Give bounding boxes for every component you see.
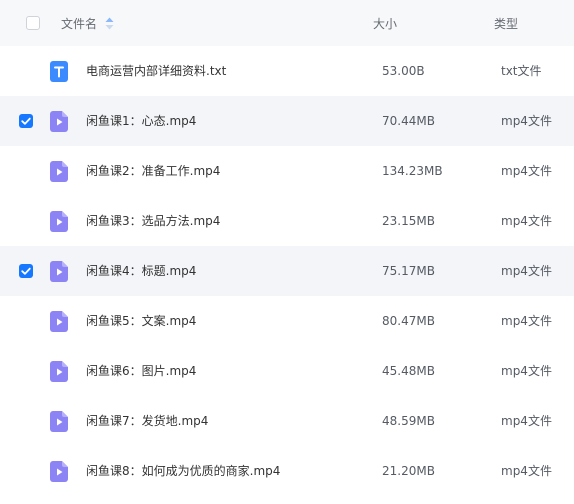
video-file-icon bbox=[50, 211, 68, 232]
file-row[interactable]: 闲鱼课6：图片.mp4 45.48MB mp4文件 bbox=[0, 346, 574, 396]
select-all-checkbox[interactable] bbox=[26, 16, 40, 30]
file-row[interactable]: 闲鱼课4：标题.mp4 75.17MB mp4文件 bbox=[0, 246, 574, 296]
column-header-size[interactable]: 大小 bbox=[373, 16, 397, 32]
file-name: 闲鱼课8：如何成为优质的商家.mp4 bbox=[86, 464, 281, 478]
file-size: 48.59MB bbox=[382, 414, 435, 428]
file-type: mp4文件 bbox=[501, 114, 552, 128]
sort-arrows-icon[interactable] bbox=[105, 17, 114, 30]
column-header-name[interactable]: 文件名 bbox=[61, 16, 97, 32]
file-row[interactable]: 闲鱼课2：准备工作.mp4 134.23MB mp4文件 bbox=[0, 146, 574, 196]
file-type: mp4文件 bbox=[501, 264, 552, 278]
file-list-header: 文件名 大小 类型 bbox=[0, 0, 574, 46]
file-type: mp4文件 bbox=[501, 164, 552, 178]
file-name: 闲鱼课4：标题.mp4 bbox=[86, 264, 197, 278]
file-name: 闲鱼课1：心态.mp4 bbox=[86, 114, 197, 128]
file-row[interactable]: 电商运营内部详细资料.txt 53.00B txt文件 bbox=[0, 46, 574, 96]
file-size: 75.17MB bbox=[382, 264, 435, 278]
video-file-icon bbox=[50, 411, 68, 432]
file-size: 53.00B bbox=[382, 64, 425, 78]
file-name: 闲鱼课7：发货地.mp4 bbox=[86, 414, 209, 428]
file-row[interactable]: 闲鱼课3：选品方法.mp4 23.15MB mp4文件 bbox=[0, 196, 574, 246]
file-row[interactable]: 闲鱼课1：心态.mp4 70.44MB mp4文件 bbox=[0, 96, 574, 146]
file-type: mp4文件 bbox=[501, 464, 552, 478]
column-header-type[interactable]: 类型 bbox=[494, 16, 518, 32]
file-name: 闲鱼课5：文案.mp4 bbox=[86, 314, 197, 328]
text-file-icon bbox=[50, 61, 68, 82]
video-file-icon bbox=[50, 261, 68, 282]
video-file-icon bbox=[50, 161, 68, 182]
file-size: 45.48MB bbox=[382, 364, 435, 378]
file-size: 134.23MB bbox=[382, 164, 443, 178]
row-checkbox-checked[interactable] bbox=[19, 264, 33, 278]
file-row[interactable]: 闲鱼课5：文案.mp4 80.47MB mp4文件 bbox=[0, 296, 574, 346]
file-type: mp4文件 bbox=[501, 364, 552, 378]
video-file-icon bbox=[50, 311, 68, 332]
file-type: mp4文件 bbox=[501, 414, 552, 428]
file-name: 闲鱼课2：准备工作.mp4 bbox=[86, 164, 221, 178]
file-row[interactable]: 闲鱼课8：如何成为优质的商家.mp4 21.20MB mp4文件 bbox=[0, 446, 574, 496]
file-type: txt文件 bbox=[501, 64, 542, 78]
file-type: mp4文件 bbox=[501, 214, 552, 228]
row-checkbox-checked[interactable] bbox=[19, 114, 33, 128]
video-file-icon bbox=[50, 111, 68, 132]
file-name: 闲鱼课3：选品方法.mp4 bbox=[86, 214, 221, 228]
file-name: 电商运营内部详细资料.txt bbox=[86, 64, 227, 78]
file-row[interactable]: 闲鱼课7：发货地.mp4 48.59MB mp4文件 bbox=[0, 396, 574, 446]
video-file-icon bbox=[50, 461, 68, 482]
file-type: mp4文件 bbox=[501, 314, 552, 328]
file-size: 23.15MB bbox=[382, 214, 435, 228]
file-size: 21.20MB bbox=[382, 464, 435, 478]
file-size: 70.44MB bbox=[382, 114, 435, 128]
file-name: 闲鱼课6：图片.mp4 bbox=[86, 364, 197, 378]
video-file-icon bbox=[50, 361, 68, 382]
file-size: 80.47MB bbox=[382, 314, 435, 328]
